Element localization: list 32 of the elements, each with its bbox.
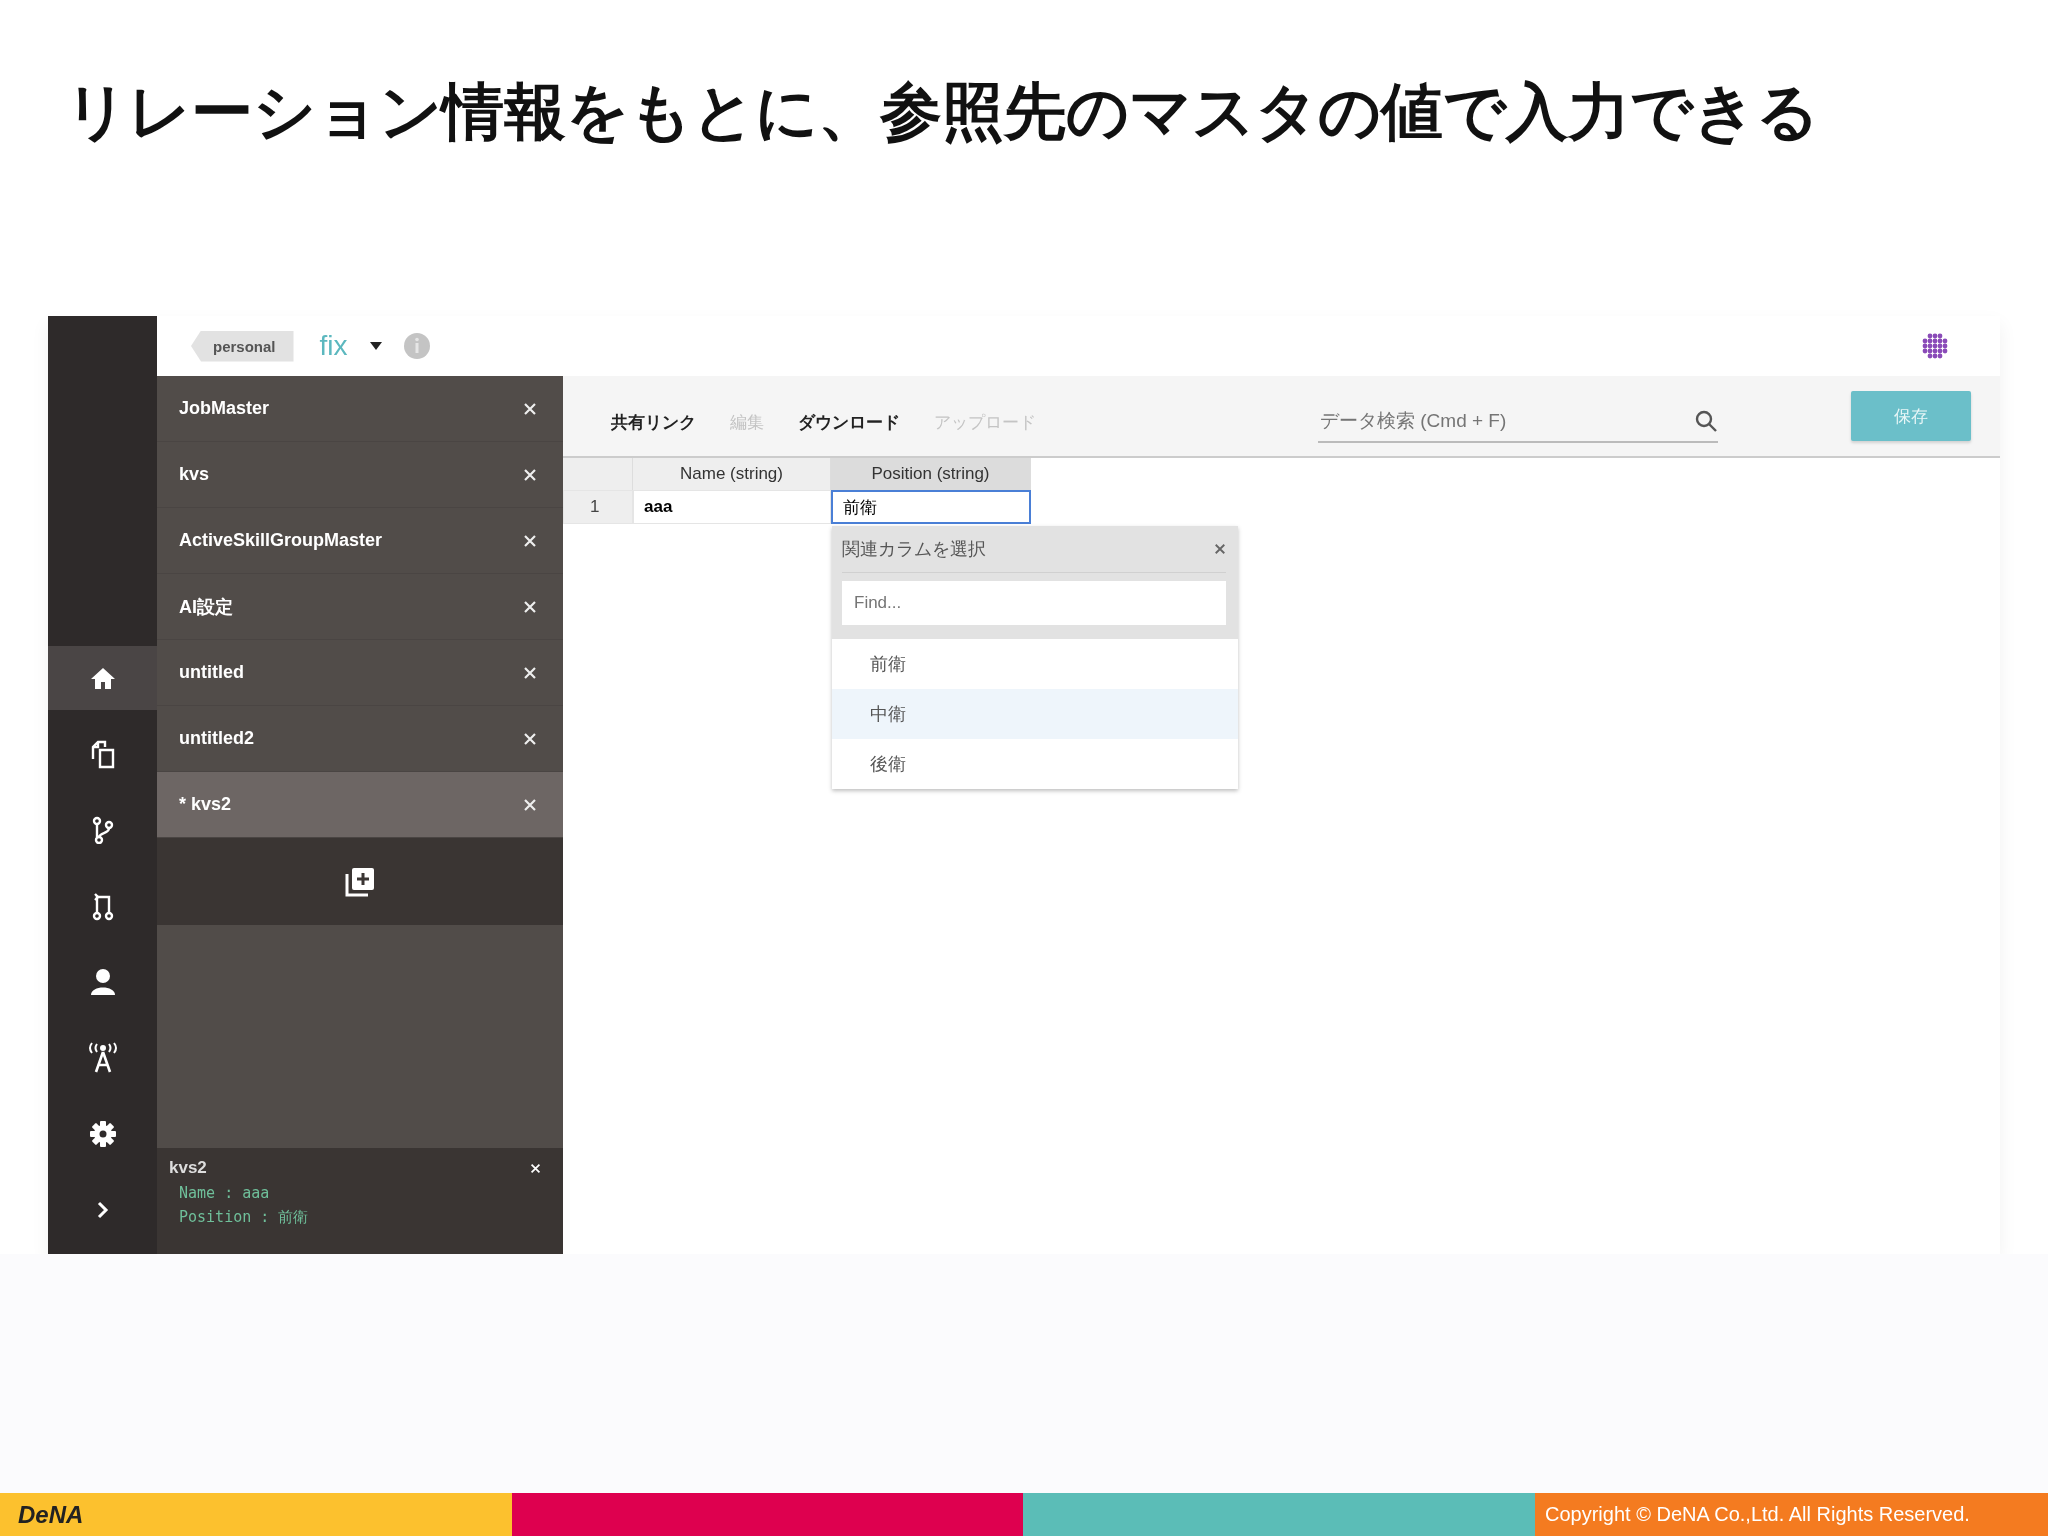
record-title: kvs2 (169, 1158, 207, 1178)
toolbar-action[interactable]: 共有リンク (611, 410, 696, 434)
settings-icon (88, 1120, 117, 1148)
copyright-text: Copyright © DeNA Co.,Ltd. All Rights Reserved. (1544, 1503, 1970, 1526)
file-tab[interactable]: * kvs2 (157, 772, 563, 838)
record-field: Name : aaa (169, 1184, 541, 1202)
option-item[interactable]: 前衛 (832, 639, 1238, 689)
slide-title: リレーション情報をもとに、参照先のマスタの値で入力できる (65, 76, 1819, 148)
grid-logo-icon[interactable] (1920, 331, 1950, 361)
find-field[interactable]: Find... (842, 581, 1226, 625)
column-header[interactable]: Position (string) (831, 458, 1031, 490)
option-item[interactable]: 後衛 (832, 739, 1238, 789)
add-file-icon[interactable] (344, 865, 376, 898)
option-item[interactable]: 中衛 (832, 689, 1238, 739)
user-icon (89, 968, 116, 996)
tag-label: personal (191, 330, 294, 362)
column-header[interactable]: Name (string) (633, 458, 831, 490)
chevron-right-icon (95, 1201, 110, 1219)
logo: DeNA (17, 1500, 84, 1529)
toolbar-action[interactable]: ダウンロード (798, 410, 900, 434)
row-number: 1 (563, 490, 633, 524)
picker-title: 関連カラムを選択 (842, 538, 986, 561)
record-field: Position : 前衛 (169, 1208, 541, 1227)
caret-icon[interactable] (369, 342, 382, 350)
table-cell[interactable]: 前衛 (831, 490, 1031, 524)
pull-request-icon (91, 891, 114, 921)
branch-icon (91, 816, 114, 844)
search-icon[interactable] (1694, 409, 1718, 433)
table-cell[interactable]: aaa (633, 490, 831, 524)
search-field[interactable]: データ検索 (Cmd + F) (1318, 409, 1662, 433)
home-icon (89, 666, 116, 690)
rail-button[interactable] (48, 646, 157, 710)
